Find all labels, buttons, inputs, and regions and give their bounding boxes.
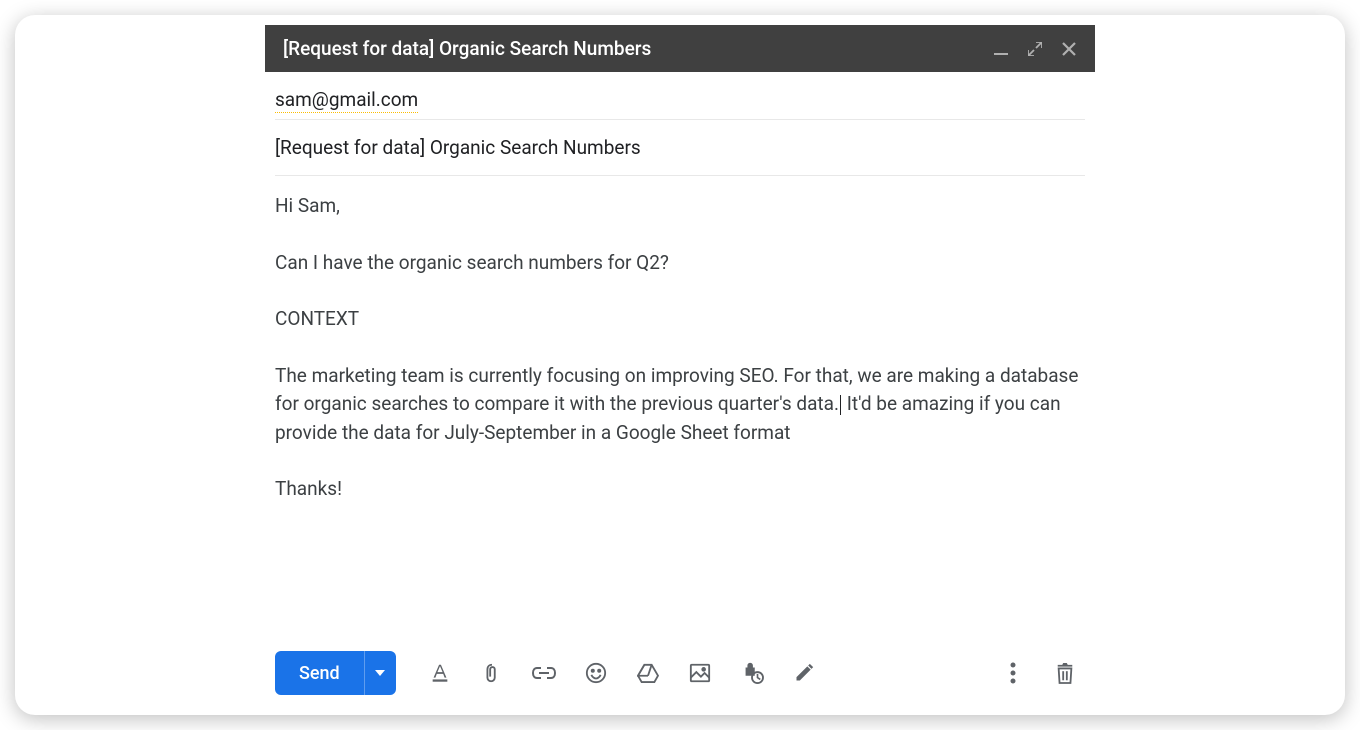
close-icon[interactable] — [1061, 41, 1077, 57]
drive-icon[interactable] — [628, 653, 668, 693]
compose-window: [Request for data] Organic Search Number… — [15, 15, 1345, 715]
compose-title: [Request for data] Organic Search Number… — [283, 37, 993, 60]
more-icon[interactable] — [993, 653, 1033, 693]
pen-icon[interactable] — [784, 653, 824, 693]
recipient-chip[interactable]: sam@gmail.com — [275, 88, 418, 113]
body-line: Can I have the organic search numbers fo… — [275, 249, 1085, 278]
minimize-icon[interactable] — [993, 41, 1009, 57]
text-cursor — [840, 395, 841, 415]
send-options-button[interactable] — [364, 651, 396, 695]
link-icon[interactable] — [524, 653, 564, 693]
message-body[interactable]: Hi Sam, Can I have the organic search nu… — [275, 176, 1085, 639]
expand-icon[interactable] — [1027, 41, 1043, 57]
image-icon[interactable] — [680, 653, 720, 693]
trash-icon[interactable] — [1045, 653, 1085, 693]
emoji-icon[interactable] — [576, 653, 616, 693]
send-button[interactable]: Send — [275, 651, 364, 695]
compose-toolbar: Send — [15, 639, 1345, 715]
formatting-icon[interactable] — [420, 653, 460, 693]
recipients-field[interactable]: sam@gmail.com — [275, 72, 1085, 120]
body-context-header: CONTEXT — [275, 305, 1085, 334]
body-paragraph: The marketing team is currently focusing… — [275, 362, 1085, 448]
attach-icon[interactable] — [472, 653, 512, 693]
body-closing: Thanks! — [275, 475, 1085, 504]
compose-header: [Request for data] Organic Search Number… — [265, 25, 1095, 72]
confidential-icon[interactable] — [732, 653, 772, 693]
subject-field[interactable]: [Request for data] Organic Search Number… — [275, 120, 1085, 176]
body-greeting: Hi Sam, — [275, 192, 1085, 221]
